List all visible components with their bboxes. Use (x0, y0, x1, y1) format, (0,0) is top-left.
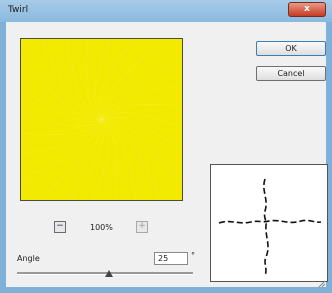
swirl-horizontal-line (218, 219, 322, 224)
zoom-out-button[interactable]: − (54, 221, 66, 233)
swirl-cross-icon (218, 178, 322, 276)
angle-label: Angle (17, 254, 40, 263)
angle-input[interactable]: 25 (154, 252, 188, 265)
twirl-preview-image (21, 39, 182, 200)
zoom-level: 100% (90, 223, 113, 232)
angle-slider-thumb[interactable] (104, 270, 113, 277)
zoom-in-button[interactable]: + (136, 221, 148, 233)
twirl-distortion-icon (210, 164, 328, 282)
swirl-vertical-line (263, 178, 269, 276)
twirl-dialog: Twirl x − 100% + OK Cancel Angle 25 ° (0, 0, 332, 293)
plus-icon: + (138, 221, 146, 231)
title-bar[interactable]: Twirl x (0, 0, 332, 22)
close-button[interactable]: x (288, 2, 326, 17)
window-title: Twirl (8, 5, 29, 15)
filter-preview[interactable] (20, 38, 183, 201)
ok-button[interactable]: OK (256, 41, 326, 56)
minus-icon: − (56, 221, 64, 231)
angle-unit: ° (191, 251, 195, 260)
cancel-button[interactable]: Cancel (256, 66, 326, 81)
resize-grip-icon[interactable] (318, 280, 326, 288)
